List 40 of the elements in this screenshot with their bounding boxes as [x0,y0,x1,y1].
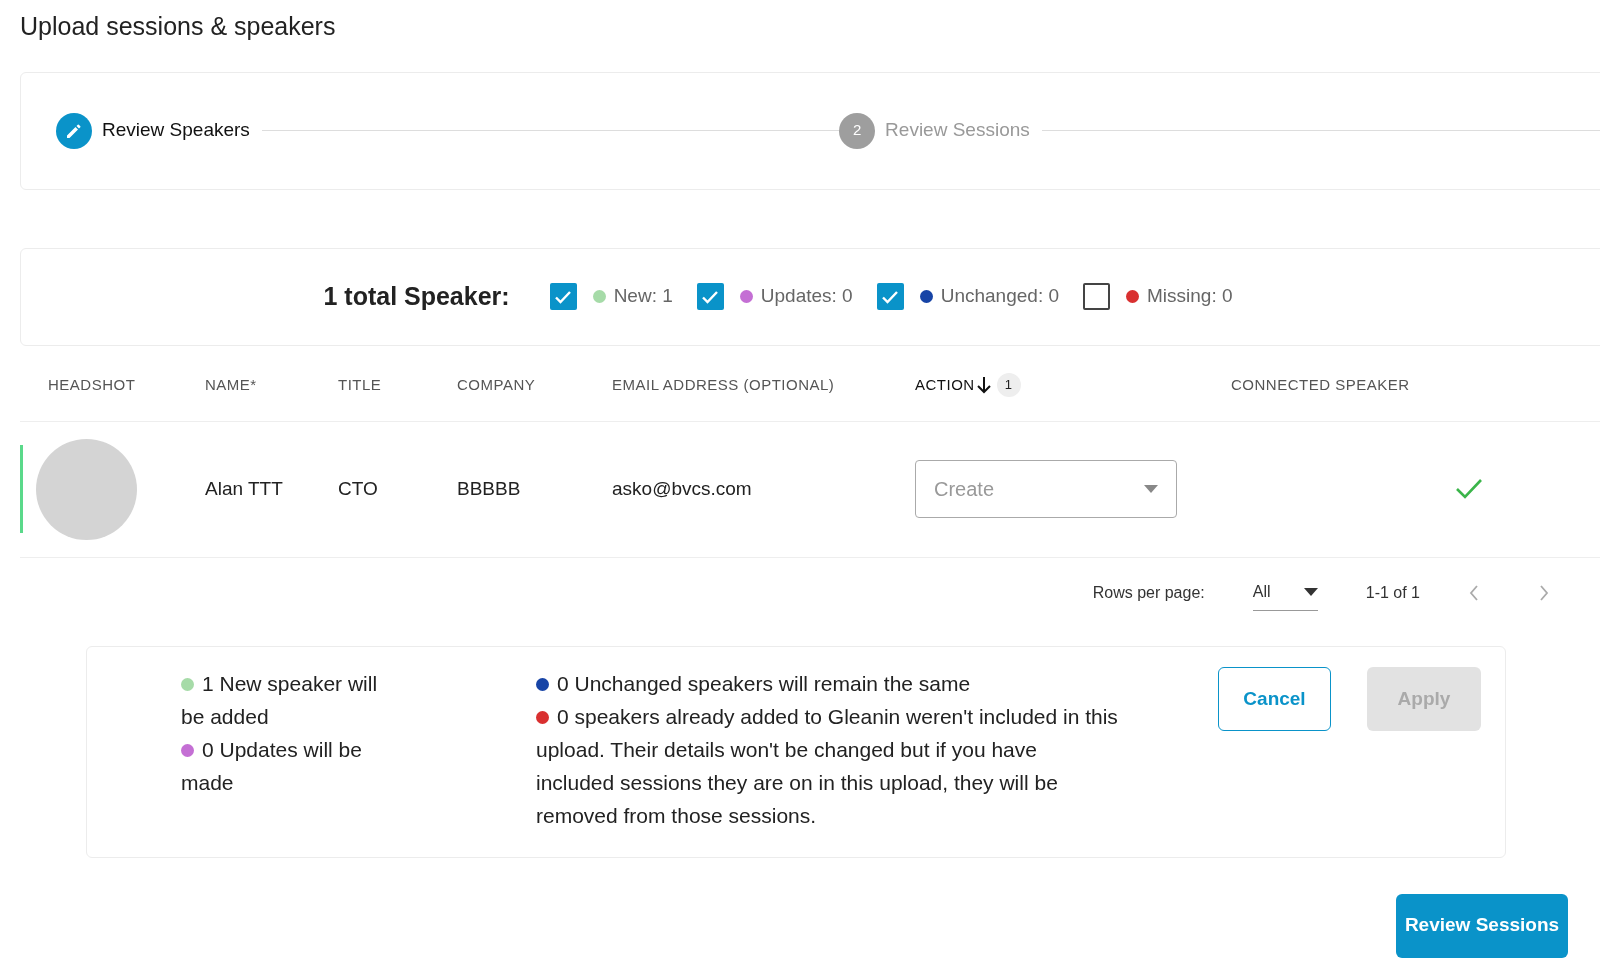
review-sessions-button[interactable]: Review Sessions [1396,893,1568,958]
filter-checkbox[interactable] [1083,283,1110,310]
page-title: Upload sessions & speakers [20,11,337,42]
cancel-button[interactable]: Cancel [1218,666,1331,731]
rows-per-page-select[interactable]: All [1252,574,1318,611]
column-header: TITLE [338,374,382,395]
caret-icon [1144,485,1158,493]
action-dropdown[interactable]: Create [915,460,1177,518]
caret-icon [1303,588,1318,596]
column-header: CONNECTED SPEAKER [1231,374,1410,395]
filter-checkbox[interactable] [876,283,904,310]
pencil-icon [65,121,83,140]
filter-label: Unchanged: 0 [940,284,1059,309]
column-header: HEADSHOT [48,374,136,395]
column-header: EMAIL ADDRESS (OPTIONAL) [612,374,835,395]
column-header: COMPANY [457,374,536,395]
step-marker: 2 [839,112,876,149]
page-range: 1-1 of 1 [1365,582,1420,603]
rows-per-page-label: Rows per page: [1092,582,1205,603]
email-cell: asko@bvcs.com [612,477,752,499]
name-cell: Alan TTT [205,477,283,499]
filter-checkbox[interactable] [549,283,577,310]
column-header[interactable]: ACTION [915,373,975,397]
filter-checkbox[interactable] [696,283,724,310]
summary-text: 0 Unchanged speakers will remain the same [557,671,971,695]
filter-label: New: 1 [613,284,673,309]
title-cell: CTO [338,477,378,499]
total-count: 1 total Speaker: [323,280,510,312]
summary-text: 1 New speaker will be added [181,671,378,728]
filter-label: Updates: 0 [760,284,853,309]
filter-label: Missing: 0 [1147,284,1233,309]
previous-page-icon[interactable] [1468,583,1480,602]
next-page-icon[interactable] [1538,583,1550,602]
summary-text: 0 Updates will be made [181,737,362,794]
sort-order-badge: 1 [996,373,1021,397]
company-cell: BBBBB [457,477,521,499]
column-header: NAME* [205,374,257,395]
step-label[interactable]: Review Sessions [885,116,1030,145]
summary-text: 0 speakers already added to Gleanin weren't included in this upload. Their details won't be changed but if you have included sessions they are on in this upload, they will be removed from those sessions. [536,704,1118,827]
step-label[interactable]: Review Speakers [102,116,250,145]
